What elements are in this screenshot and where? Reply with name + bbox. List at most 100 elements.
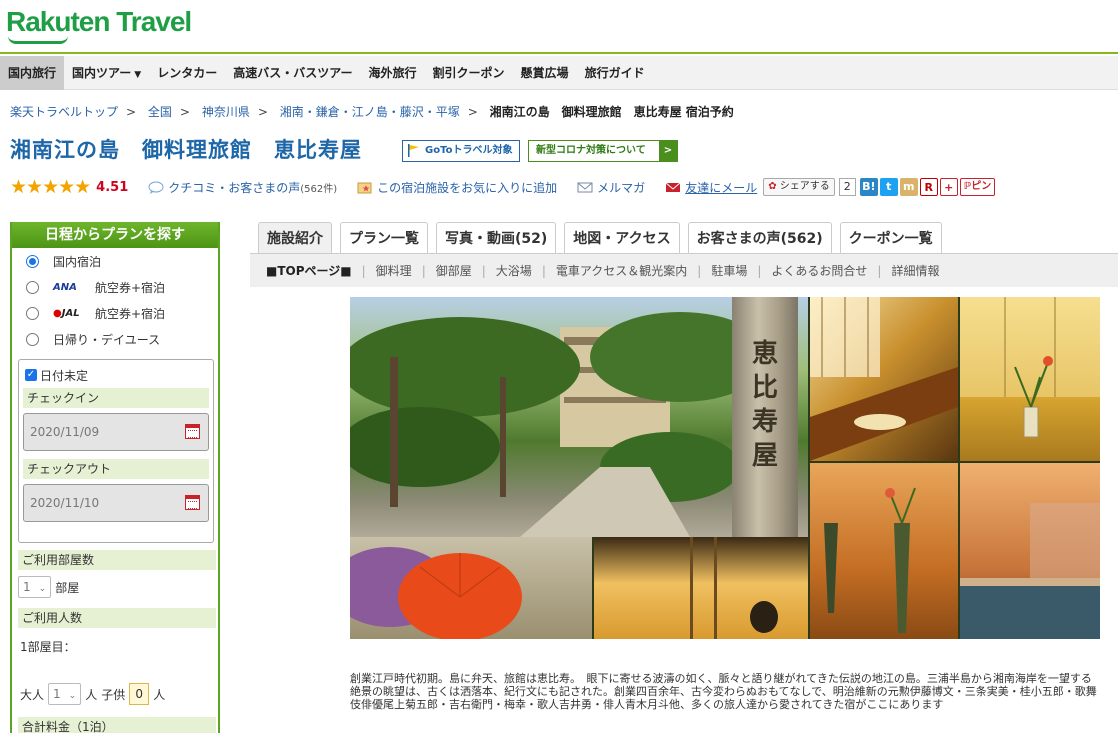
goto-badge-label: GoToトラベル対象: [425, 145, 513, 156]
pinterest-button[interactable]: ℙピン: [959, 178, 996, 196]
subnav-details[interactable]: 詳細情報: [881, 262, 949, 279]
option-label: 国内宿泊: [53, 254, 102, 269]
people-row: 大人 1 ⌄ 人 子供 0 人: [18, 683, 216, 705]
corridor-photo: [810, 297, 958, 461]
ana-logo: ANA: [53, 281, 77, 293]
tab-map-access[interactable]: 地図・アクセス: [564, 222, 680, 253]
adult-select[interactable]: 1 ⌄: [48, 683, 82, 705]
calendar-icon[interactable]: [185, 495, 200, 510]
date-undecided-checkbox-row[interactable]: ✓ 日付未定: [19, 364, 213, 386]
option-domestic-stay[interactable]: 国内宿泊: [12, 248, 218, 274]
tab-reviews[interactable]: お客さまの声(562): [687, 222, 832, 253]
breadcrumb: 楽天トラベルトップ > 全国 > 神奈川県 > 湘南・鎌倉・江ノ島・藤沢・平塚 > 湘南…: [10, 103, 734, 120]
global-nav: 国内旅行 国内ツアー ▼ レンタカー 高速バス・バスツアー 海外旅行 割引クーポン…: [0, 56, 1118, 90]
hatena-bookmark-icon[interactable]: B!: [859, 178, 878, 196]
sub-navigation: ■TOPページ■ | 御料理 | 御部屋 | 大浴場 | 電車アクセス＆観光案内 | 駐車…: [250, 253, 1118, 287]
nav-bus[interactable]: 高速バス・バスツアー: [225, 56, 360, 90]
nav-label: 懸賞広場: [520, 66, 569, 80]
speech-bubble-icon: [148, 181, 164, 194]
breadcrumb-separator: >: [257, 105, 268, 119]
option-jal-flight-stay[interactable]: ●JAL 航空券+宿泊: [12, 300, 218, 326]
subnav-cuisine[interactable]: 御料理: [366, 262, 422, 279]
hotel-photo-collage: 恵比寿屋: [350, 297, 1100, 639]
breadcrumb-link-kanagawa[interactable]: 神奈川県: [202, 105, 250, 119]
header: Rakuten Travel: [0, 0, 1118, 54]
tab-facility-intro[interactable]: 施設紹介: [258, 222, 332, 253]
facility-tabs: 施設紹介 プラン一覧 写真・動画(52) 地図・アクセス お客さまの声(562)…: [258, 222, 950, 253]
subnav-rooms[interactable]: 御部屋: [426, 262, 482, 279]
checkout-date-input[interactable]: 2020/11/10: [23, 484, 209, 522]
mail-icon: [577, 182, 593, 192]
bath-illustration: [960, 503, 1100, 639]
vase-illustration: [824, 487, 916, 633]
checkin-date-input[interactable]: 2020/11/09: [23, 413, 209, 451]
breadcrumb-link-top[interactable]: 楽天トラベルトップ: [10, 105, 118, 119]
rakuten-room-icon[interactable]: R: [919, 178, 938, 196]
covid-measures-button[interactable]: 新型コロナ対策について >: [528, 140, 678, 162]
nav-rental-car[interactable]: レンタカー: [149, 56, 225, 90]
ikebana-illustration: [960, 297, 1100, 438]
breadcrumb-link-shonan[interactable]: 湘南・鎌倉・江ノ島・藤沢・平塚: [280, 105, 460, 119]
breadcrumb-current: 湘南江の島 御料理旅館 恵比寿屋 宿泊予約: [489, 105, 734, 119]
vase-photo: [810, 463, 958, 639]
nav-label: 国内旅行: [8, 66, 57, 80]
option-day-use[interactable]: 日帰り・デイユース: [12, 326, 218, 352]
date-undecided-label: 日付未定: [40, 368, 89, 383]
star-rating: ★★★★★: [10, 176, 91, 198]
tab-coupons[interactable]: クーポン一覧: [839, 222, 942, 253]
nav-label: 国内ツアー: [72, 66, 132, 80]
add-favorite-link[interactable]: この宿泊施設をお気に入りに追加: [357, 179, 557, 196]
twitter-icon[interactable]: t: [879, 178, 898, 196]
goto-travel-badge[interactable]: GoToトラベル対象: [402, 140, 520, 162]
logo-swoosh-icon: [8, 36, 68, 44]
reviews-link[interactable]: クチコミ・お客さまの声 (562件): [148, 179, 337, 196]
plan-search-sidebar: 日程からプランを探す 国内宿泊 ANA 航空券+宿泊 ●JAL 航空券+宿泊 日…: [10, 222, 220, 733]
nav-prize[interactable]: 懸賞広場: [513, 56, 577, 90]
jal-crane-icon: ●: [53, 307, 62, 319]
nav-overseas[interactable]: 海外旅行: [361, 56, 425, 90]
tab-photos-videos[interactable]: 写真・動画(52): [436, 222, 557, 253]
mixi-icon[interactable]: m: [899, 178, 918, 196]
child-count-input[interactable]: 0: [129, 683, 150, 705]
email-friend-link[interactable]: 友達にメール: [665, 179, 757, 196]
option-ana-flight-stay[interactable]: ANA 航空券+宿泊: [12, 274, 218, 300]
page-title: 湘南江の島 御料理旅館 恵比寿屋: [10, 138, 362, 162]
option-label: 航空券+宿泊: [95, 280, 166, 295]
checkbox-checked-icon[interactable]: ✓: [25, 369, 37, 381]
nav-domestic-tour[interactable]: 国内ツアー ▼: [64, 56, 149, 90]
room1-label: 1部屋目：: [20, 640, 76, 654]
rooms-value: 1: [23, 580, 31, 594]
subnav-parking[interactable]: 駐車場: [701, 262, 757, 279]
rakuten-travel-logo[interactable]: Rakuten Travel: [6, 6, 202, 46]
breadcrumb-separator: >: [126, 105, 137, 119]
subnav-access[interactable]: 電車アクセス＆観光案内: [546, 262, 697, 279]
jal-logo-text: JAL: [61, 307, 80, 319]
pin-label: ピン: [971, 181, 992, 192]
facility-description: 創業江戸時代初期。島に弁天、旅館は恵比寿。 眼下に寄せる波濤の如く、脈々と語り継…: [350, 672, 1097, 711]
total-price-label: 合計料金（1泊）: [18, 717, 216, 733]
breadcrumb-separator: >: [179, 105, 190, 119]
room-illustration: [690, 537, 778, 639]
option-label: 航空券+宿泊: [95, 306, 166, 321]
subnav-bath[interactable]: 大浴場: [486, 262, 542, 279]
mailmag-link[interactable]: メルマガ: [577, 179, 645, 196]
flag-icon: [408, 144, 419, 157]
subnav-faq[interactable]: よくあるお問合せ: [761, 262, 877, 279]
radio-button[interactable]: [26, 254, 39, 268]
nav-domestic-travel[interactable]: 国内旅行: [0, 56, 65, 90]
radio-button[interactable]: [26, 332, 39, 346]
share-button[interactable]: ✿ シェアする: [763, 178, 835, 196]
tab-plan-list[interactable]: プラン一覧: [340, 222, 428, 253]
breadcrumb-link-national[interactable]: 全国: [148, 105, 172, 119]
radio-button[interactable]: [26, 306, 39, 320]
nav-guide[interactable]: 旅行ガイド: [577, 56, 653, 90]
rating-row: ★★★★★ 4.51 クチコミ・お客さまの声 (562件) この宿泊施設をお気に入…: [10, 176, 1110, 198]
rooms-select[interactable]: 1 ⌄: [18, 576, 52, 598]
subnav-top-page[interactable]: ■TOPページ■: [250, 262, 362, 279]
calendar-icon[interactable]: [185, 424, 200, 439]
rating-score: 4.51: [96, 179, 129, 195]
radio-button[interactable]: [26, 280, 39, 294]
nav-coupon[interactable]: 割引クーポン: [425, 56, 513, 90]
plus-icon[interactable]: +: [939, 178, 958, 196]
mailmag-label: メルマガ: [597, 180, 646, 195]
